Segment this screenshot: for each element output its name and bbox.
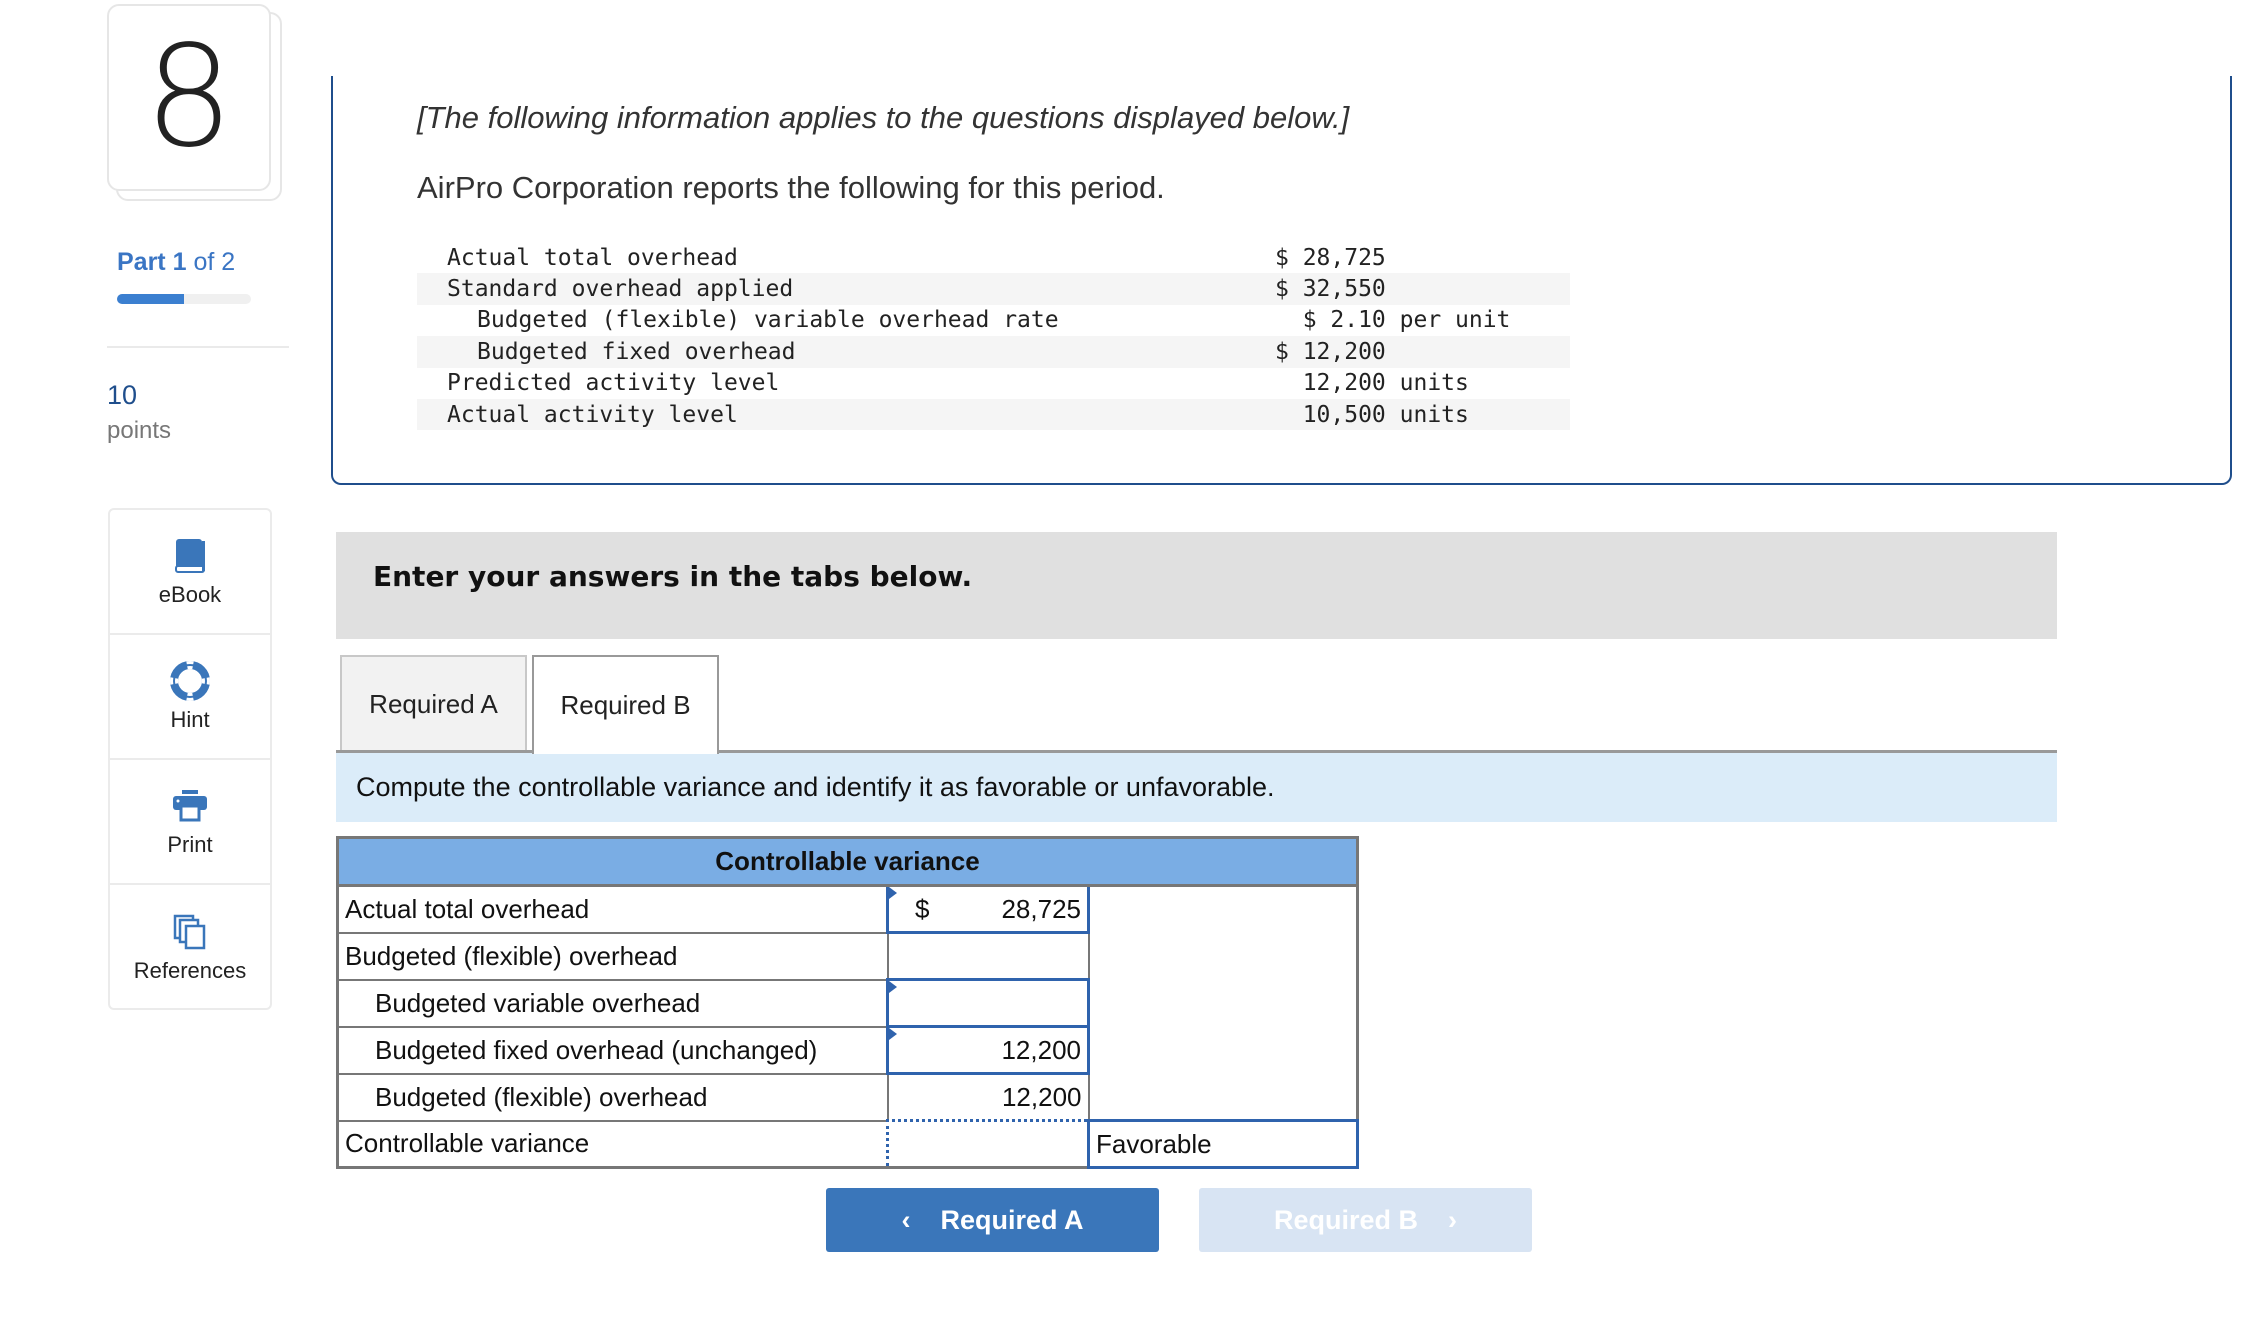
data-value: 12,200 units: [1275, 370, 1469, 397]
table-row: Budgeted (flexible) overhead: [337, 932, 1358, 981]
prev-required-a-button[interactable]: ‹ Required A: [826, 1188, 1159, 1252]
hint-button[interactable]: Hint: [110, 635, 270, 760]
row-label: Controllable variance: [337, 1120, 889, 1169]
row-label: Actual total overhead: [337, 885, 889, 934]
data-value: $ 12,200: [1275, 338, 1386, 365]
tab-required-a[interactable]: Required A: [340, 655, 527, 752]
row-label: Budgeted (flexible) overhead: [337, 932, 889, 981]
table-row: Budgeted fixed overhead (unchanged) 12,2…: [337, 1025, 1358, 1075]
data-value: $ 32,550: [1275, 276, 1386, 303]
chevron-right-icon: ›: [1448, 1204, 1458, 1235]
data-row: Predicted activity level 12,200 units: [417, 368, 1570, 399]
print-button[interactable]: Print: [110, 760, 270, 885]
empty-cell: [1089, 1074, 1358, 1121]
info-data-table: Actual total overhead $ 28,725 Standard o…: [417, 242, 1570, 431]
intro-text: [The following information applies to th…: [417, 100, 1350, 135]
data-row: Standard overhead applied $ 32,550: [417, 273, 1570, 305]
references-button[interactable]: References: [110, 885, 270, 1010]
print-label: Print: [167, 831, 213, 857]
input-value: 28,725: [1001, 893, 1081, 924]
actual-overhead-input[interactable]: $28,725: [886, 884, 1090, 934]
empty-cell: [1089, 933, 1358, 980]
copy-icon: [173, 914, 206, 949]
part-indicator: Part 1 of 2: [117, 248, 235, 277]
empty-cell: [1089, 980, 1358, 1027]
book-icon: [175, 538, 205, 573]
instruction-text: Compute the controllable variance and id…: [336, 753, 2057, 822]
table-row: Budgeted (flexible) overhead 12,200: [337, 1073, 1358, 1122]
part-of: of 2: [193, 248, 236, 276]
table-row: Actual total overhead $28,725: [337, 884, 1358, 934]
data-label: Predicted activity level: [447, 370, 780, 397]
printer-icon: [173, 789, 207, 821]
answers-banner: Enter your answers in the tabs below.: [336, 532, 2057, 639]
data-label: Actual total overhead: [447, 244, 738, 271]
data-row: Actual total overhead $ 28,725: [417, 242, 1570, 273]
company-text: AirPro Corporation reports the following…: [417, 170, 1165, 205]
controllable-variance-input[interactable]: [886, 1119, 1090, 1169]
data-label: Budgeted (flexible) variable overhead ra…: [477, 307, 1059, 334]
value-cell: [887, 932, 1090, 981]
empty-cell: [1089, 1027, 1358, 1074]
banner-text: Enter your answers in the tabs below.: [373, 560, 973, 593]
total-flexible-overhead: 12,200: [887, 1073, 1090, 1122]
question-number: 8: [107, 4, 271, 191]
part-label: Part: [117, 248, 166, 276]
prev-label: Required A: [940, 1204, 1084, 1235]
empty-cell: [1089, 886, 1358, 933]
table-row: Controllable variance Favorable: [337, 1119, 1359, 1169]
table-title: Controllable variance: [337, 837, 1358, 887]
table-row: Budgeted variable overhead: [337, 978, 1358, 1028]
hint-label: Hint: [170, 706, 210, 732]
row-label: Budgeted fixed overhead (unchanged): [337, 1026, 889, 1075]
data-row: Budgeted fixed overhead $ 12,200: [417, 336, 1570, 368]
dollar-sign: $: [915, 893, 930, 924]
next-required-b-button[interactable]: Required B ›: [1199, 1188, 1532, 1252]
next-label: Required B: [1273, 1204, 1419, 1235]
row-label: Budgeted variable overhead: [337, 979, 889, 1028]
part-progress-bar: [117, 294, 251, 304]
budgeted-fixed-overhead-input[interactable]: 12,200: [886, 1025, 1090, 1075]
variance-type-select[interactable]: Favorable: [1087, 1119, 1359, 1169]
data-label: Standard overhead applied: [447, 276, 794, 303]
controllable-variance-table: Controllable variance Actual total overh…: [336, 836, 1359, 1169]
tools-panel: eBook Hint Print References: [108, 508, 272, 1010]
data-value: $ 2.10 per unit: [1275, 307, 1511, 334]
data-row: Actual activity level 10,500 units: [417, 398, 1570, 431]
data-label: Actual activity level: [447, 401, 738, 428]
row-label: Budgeted (flexible) overhead: [337, 1073, 889, 1122]
data-label: Budgeted fixed overhead: [477, 338, 796, 365]
data-value: $ 28,725: [1275, 244, 1386, 271]
points-value: 10: [107, 380, 138, 410]
chevron-left-icon: ‹: [901, 1204, 911, 1235]
references-label: References: [133, 957, 247, 983]
tab-required-b[interactable]: Required B: [532, 655, 719, 754]
divider: [107, 346, 289, 348]
ebook-label: eBook: [158, 581, 222, 607]
data-row: Budgeted (flexible) variable overhead ra…: [417, 305, 1570, 336]
budgeted-variable-overhead-input[interactable]: [886, 978, 1090, 1028]
ebook-button[interactable]: eBook: [110, 510, 270, 635]
progress-fill: [117, 294, 184, 304]
points-label: points: [107, 417, 172, 444]
data-value: 10,500 units: [1275, 401, 1469, 428]
part-current: 1: [172, 248, 187, 276]
lifebuoy-icon: [170, 660, 210, 701]
